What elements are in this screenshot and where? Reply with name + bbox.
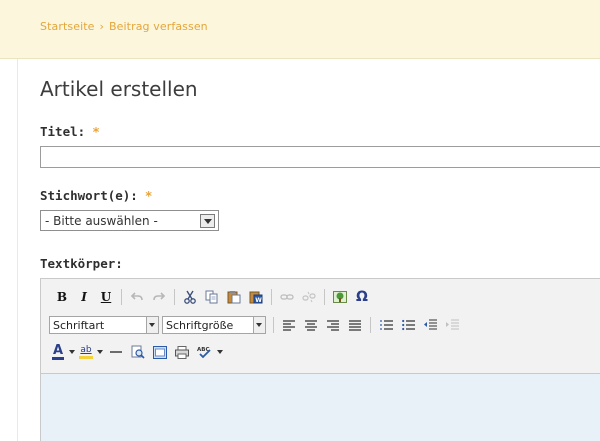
italic-icon[interactable]: I xyxy=(73,287,95,307)
title-input[interactable] xyxy=(40,146,600,168)
body-label: Textkörper: xyxy=(40,256,123,271)
editor-toolbar-row-2: Schriftart Schriftgröße xyxy=(49,314,463,336)
toolbar-separator xyxy=(370,317,371,333)
required-marker: * xyxy=(92,124,100,139)
font-color-swatch xyxy=(52,357,64,360)
content-left-border xyxy=(17,59,18,441)
highlight-dropdown-icon[interactable] xyxy=(95,342,105,362)
highlight-swatch xyxy=(79,356,93,359)
title-label: Titel: * xyxy=(40,124,99,139)
chevron-down-icon[interactable] xyxy=(253,317,265,333)
toolbar-separator xyxy=(324,289,325,305)
highlight-icon[interactable]: ab xyxy=(77,342,95,362)
spellcheck-dropdown-icon[interactable] xyxy=(215,342,225,362)
align-right-icon[interactable] xyxy=(322,315,344,335)
tags-label: Stichwort(e): * xyxy=(40,188,152,203)
highlight-glyph: ab xyxy=(80,345,92,355)
spellcheck-icon[interactable]: ABC xyxy=(193,342,215,362)
page-title: Artikel erstellen xyxy=(40,77,198,101)
editor-content-area[interactable] xyxy=(41,373,600,441)
unlink-icon[interactable] xyxy=(298,287,320,307)
paste-word-icon[interactable]: W xyxy=(245,287,267,307)
tags-select[interactable]: - Bitte auswählen - xyxy=(40,210,219,231)
undo-icon[interactable] xyxy=(126,287,148,307)
font-family-combo[interactable]: Schriftart xyxy=(49,316,159,334)
align-left-icon[interactable] xyxy=(278,315,300,335)
toolbar-separator xyxy=(271,289,272,305)
image-icon[interactable] xyxy=(329,287,351,307)
font-color-glyph: A xyxy=(52,343,64,358)
tags-select-value: - Bitte auswählen - xyxy=(45,214,158,228)
align-justify-icon[interactable] xyxy=(344,315,366,335)
preview-icon[interactable] xyxy=(127,342,149,362)
underline-icon[interactable]: U xyxy=(95,287,117,307)
numbered-list-icon[interactable] xyxy=(375,315,397,335)
chevron-down-icon[interactable] xyxy=(200,214,215,228)
horizontal-rule-icon[interactable] xyxy=(105,342,127,362)
paste-icon[interactable] xyxy=(223,287,245,307)
cut-icon[interactable] xyxy=(179,287,201,307)
rich-text-editor: B I U W Ω Schriftart Schriftgröße A ab A… xyxy=(40,278,600,441)
link-icon[interactable] xyxy=(276,287,298,307)
breadcrumb: Startseite › Beitrag verfassen xyxy=(40,20,208,33)
tags-label-text: Stichwort(e): xyxy=(40,188,138,203)
editor-toolbar-row-1: B I U W Ω xyxy=(51,286,373,308)
font-color-icon[interactable]: A xyxy=(49,342,67,362)
omega-glyph: Ω xyxy=(356,289,368,305)
print-icon[interactable] xyxy=(171,342,193,362)
font-family-value: Schriftart xyxy=(53,319,105,332)
indent-icon[interactable] xyxy=(441,315,463,335)
editor-toolbar-row-3: A ab ABC xyxy=(49,341,225,363)
bold-icon[interactable]: B xyxy=(51,287,73,307)
title-label-text: Titel: xyxy=(40,124,86,139)
breadcrumb-bar: Startseite › Beitrag verfassen xyxy=(0,0,600,59)
special-char-icon[interactable]: Ω xyxy=(351,287,373,307)
chevron-down-icon[interactable] xyxy=(146,317,158,333)
bullet-list-icon[interactable] xyxy=(397,315,419,335)
svg-text:W: W xyxy=(255,297,262,304)
fullscreen-icon[interactable] xyxy=(149,342,171,362)
outdent-icon[interactable] xyxy=(419,315,441,335)
breadcrumb-current-link[interactable]: Beitrag verfassen xyxy=(109,20,208,33)
font-size-value: Schriftgröße xyxy=(166,319,234,332)
breadcrumb-home-link[interactable]: Startseite xyxy=(40,20,95,33)
copy-icon[interactable] xyxy=(201,287,223,307)
toolbar-separator xyxy=(121,289,122,305)
redo-icon[interactable] xyxy=(148,287,170,307)
align-center-icon[interactable] xyxy=(300,315,322,335)
body-label-text: Textkörper: xyxy=(40,256,123,271)
font-color-dropdown-icon[interactable] xyxy=(67,342,77,362)
font-size-combo[interactable]: Schriftgröße xyxy=(162,316,266,334)
breadcrumb-separator: › xyxy=(99,20,105,33)
toolbar-separator xyxy=(174,289,175,305)
required-marker: * xyxy=(145,188,152,203)
toolbar-separator xyxy=(273,317,274,333)
